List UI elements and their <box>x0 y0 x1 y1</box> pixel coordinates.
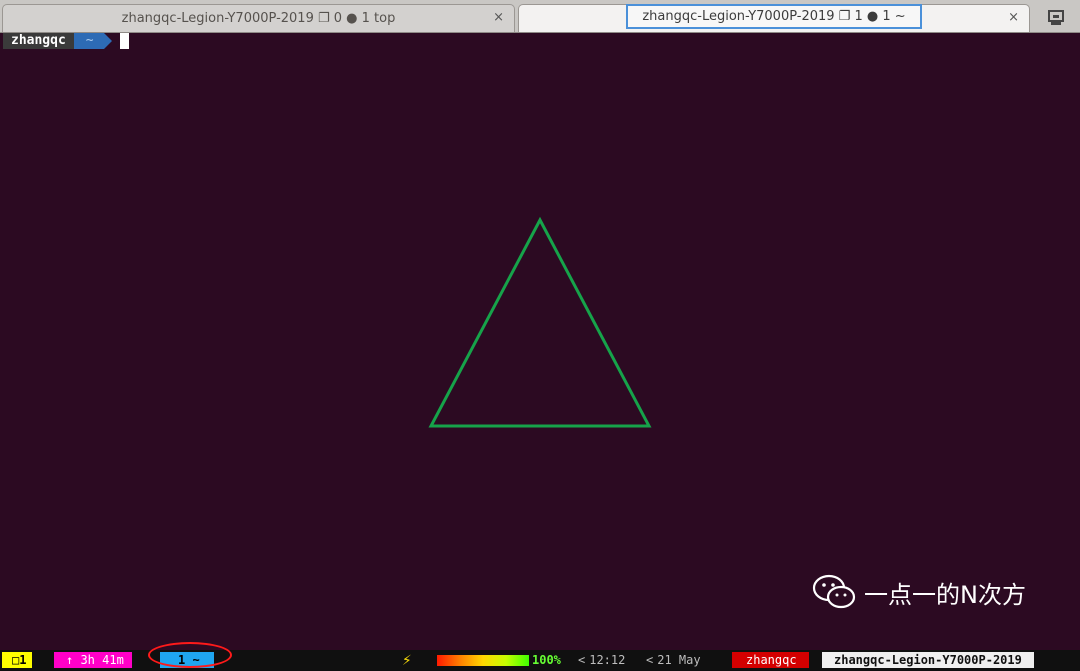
watermark: 一点一的N次方 <box>812 572 1026 612</box>
battery-bar <box>437 655 529 666</box>
time-text: 12:12 <box>589 653 626 667</box>
triangle-overlay <box>428 216 652 428</box>
triangle-shape <box>428 216 652 428</box>
wechat-icon <box>812 574 856 609</box>
clock-time: <12:12 <box>578 653 626 667</box>
power-icon: ⚡ <box>402 650 412 669</box>
date-text: 21 May <box>657 653 701 667</box>
watermark-text: 一点一的N次方 <box>864 580 1026 609</box>
uptime-indicator: ↑ 3h 41m <box>54 652 132 668</box>
battery-percent: 100% <box>532 653 561 667</box>
session-user: zhangqc <box>732 652 809 668</box>
window-indicator: □1 <box>2 652 33 668</box>
highlight-annotation <box>148 642 232 668</box>
clock-date: <21 May <box>646 653 701 667</box>
hostname: zhangqc-Legion-Y7000P-2019 <box>822 652 1034 668</box>
